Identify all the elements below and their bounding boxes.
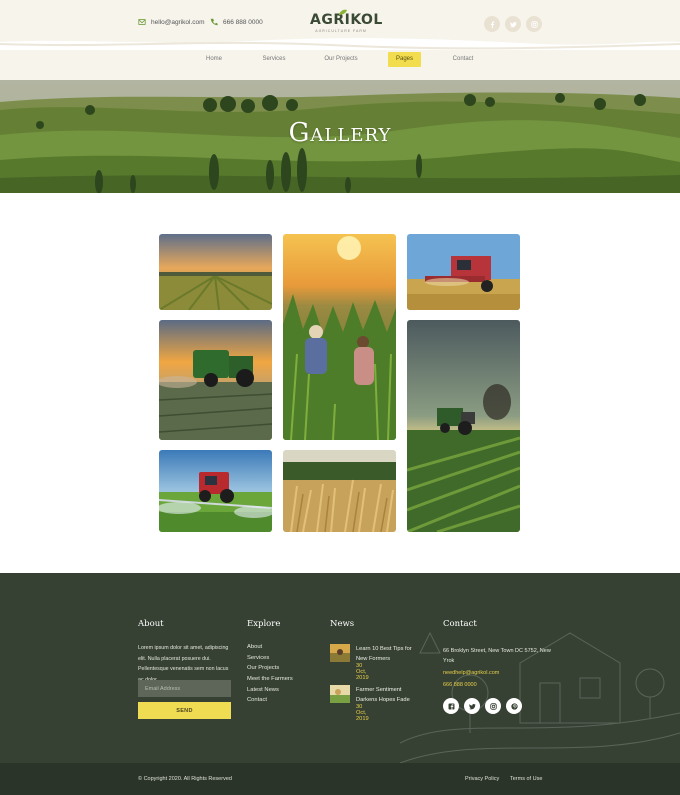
gallery-item[interactable] — [407, 320, 520, 532]
footer-link-contact[interactable]: Contact — [247, 697, 267, 703]
site-logo[interactable]: AGRIKOL AGRICULTURE FARM — [310, 9, 382, 33]
privacy-policy-link[interactable]: Privacy Policy — [465, 776, 499, 782]
nav-item-home[interactable]: Home — [199, 52, 229, 67]
footer-instagram-link[interactable] — [485, 698, 501, 714]
header-phone[interactable]: 666 888 0000 — [210, 18, 263, 26]
footer-contact-heading: Contact — [443, 619, 477, 629]
nav-item-pages[interactable]: Pages — [388, 52, 421, 67]
gallery-item[interactable] — [407, 234, 520, 310]
facebook-icon — [448, 703, 454, 709]
news-date: 30 Oct, 2019 — [356, 663, 369, 681]
brush-divider — [0, 38, 680, 50]
newsletter-email-input[interactable] — [138, 680, 231, 697]
gallery-item[interactable] — [159, 234, 272, 310]
footer-link-about[interactable]: About — [247, 644, 262, 650]
footer-about-heading: About — [138, 619, 164, 629]
gallery-item[interactable] — [159, 450, 272, 532]
header-instagram-link[interactable] — [526, 16, 542, 32]
site-footer: About Lorem ipsum dolor sit amet, adipis… — [0, 573, 680, 795]
footer-pinterest-link[interactable] — [506, 698, 522, 714]
instagram-icon — [489, 702, 497, 710]
leaf-icon — [339, 9, 347, 15]
main-nav: Home Services Our Projects Pages Contact — [0, 52, 680, 68]
header-facebook-link[interactable] — [484, 16, 500, 32]
footer-phone-link[interactable]: 666 888 0000 — [443, 680, 553, 690]
terms-of-use-link[interactable]: Terms of Use — [510, 776, 542, 782]
news-thumbnail — [330, 685, 350, 703]
envelope-icon — [138, 19, 146, 25]
footer-link-services[interactable]: Services — [247, 655, 269, 661]
news-date: 30 Oct, 2019 — [356, 704, 369, 722]
nav-item-contact[interactable]: Contact — [447, 52, 479, 67]
gallery-item[interactable] — [159, 320, 272, 440]
phone-icon — [210, 18, 218, 26]
footer-link-our-projects[interactable]: Our Projects — [247, 665, 279, 671]
footer-explore-heading: Explore — [247, 619, 281, 629]
facebook-icon — [490, 20, 494, 28]
site-header: hello@agrikol.com 666 888 0000 AGRIKOL A… — [0, 0, 680, 80]
gallery-image-farmers-corn — [283, 234, 396, 440]
footer-facebook-link[interactable] — [443, 698, 459, 714]
footer-link-meet-farmers[interactable]: Meet the Farmers — [247, 676, 293, 682]
newsletter-send-button[interactable]: SEND — [138, 702, 231, 719]
nav-item-our-projects[interactable]: Our Projects — [320, 52, 362, 67]
nav-item-services[interactable]: Services — [257, 52, 291, 67]
news-title[interactable]: Farmer Sentiment Darkens Hopes Fade — [356, 685, 422, 705]
header-phone-text: 666 888 0000 — [223, 18, 263, 26]
copyright-text: © Copyright 2020. All Rights Reserved — [138, 776, 232, 782]
page-hero: Gallery — [0, 80, 680, 193]
instagram-icon — [530, 20, 538, 28]
footer-news-heading: News — [330, 619, 355, 629]
header-email-text: hello@agrikol.com — [151, 18, 205, 26]
footer-about-text: Lorem ipsum dolor sit amet, adipiscing e… — [138, 645, 229, 683]
page-title: Gallery — [288, 118, 392, 148]
footer-address: 66 Broklyn Street, New Town DC 5752, New… — [443, 648, 551, 664]
news-title[interactable]: Learn 10 Best Tips for New Formers — [356, 644, 422, 664]
footer-email-link[interactable]: needhelp@agrikol.com — [443, 668, 553, 678]
twitter-icon — [468, 703, 476, 709]
logo-tagline: AGRICULTURE FARM — [315, 29, 367, 33]
twitter-icon — [509, 21, 517, 27]
gallery-item[interactable] — [283, 234, 396, 440]
pinterest-icon — [510, 702, 518, 710]
header-email[interactable]: hello@agrikol.com — [138, 18, 205, 26]
news-thumbnail — [330, 644, 350, 662]
footer-bottom-bar: © Copyright 2020. All Rights Reserved Pr… — [0, 763, 680, 795]
gallery-image-field-sunset — [159, 234, 272, 310]
footer-twitter-link[interactable] — [464, 698, 480, 714]
gallery-image-wheat-field — [283, 450, 396, 532]
gallery-item[interactable] — [283, 450, 396, 532]
footer-link-latest-news[interactable]: Latest News — [247, 687, 279, 693]
gallery-image-tractor-baler — [159, 320, 272, 440]
gallery-image-tractor-spraying — [159, 450, 272, 532]
header-twitter-link[interactable] — [505, 16, 521, 32]
gallery-image-combine-harvester — [407, 234, 520, 310]
gallery-image-tractor-crop-rows — [407, 320, 520, 532]
